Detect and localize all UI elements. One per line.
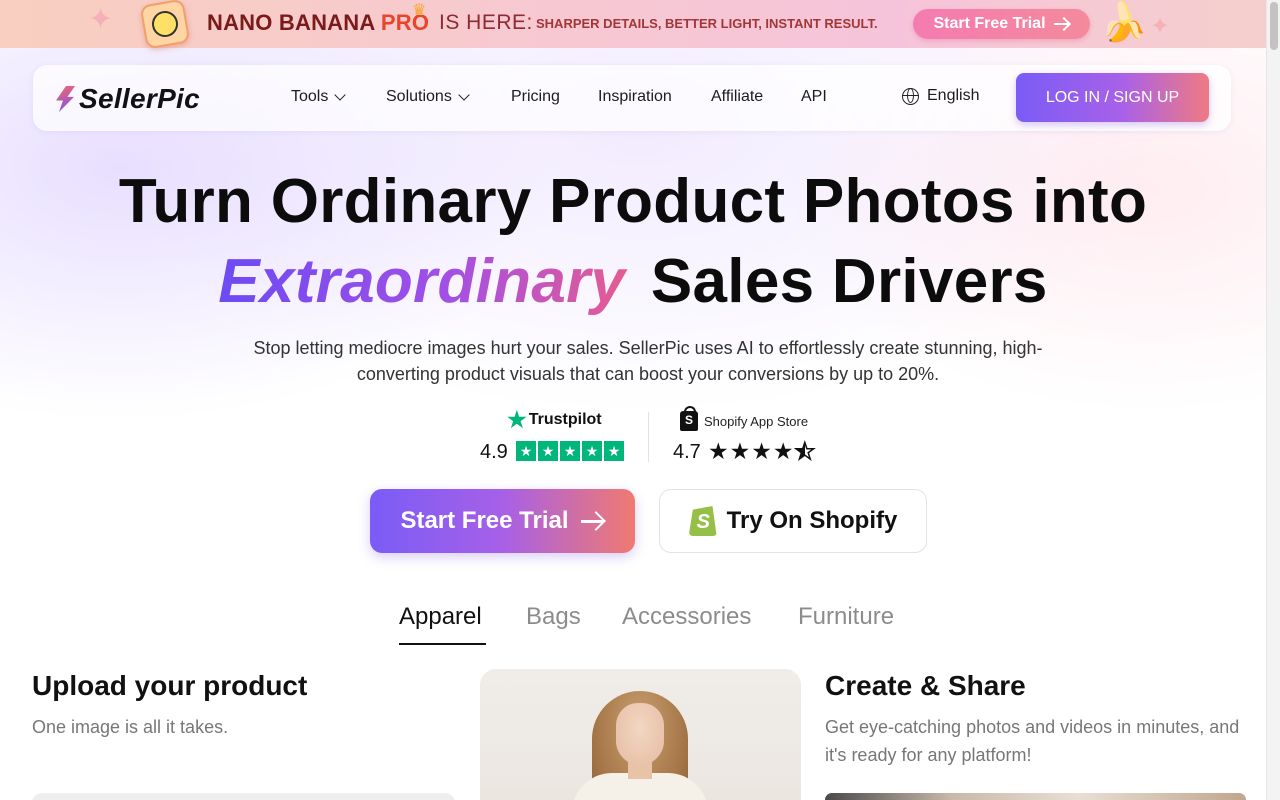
nav-item-pricing[interactable]: Pricing <box>511 88 560 106</box>
model-photo-card <box>480 669 801 800</box>
rating-divider <box>648 412 649 462</box>
globe-icon <box>902 87 919 105</box>
login-signup-button[interactable]: LOG IN / SIGN UP <box>1016 73 1209 122</box>
nav-item-api[interactable]: API <box>801 88 827 106</box>
star-icon: ★ <box>751 438 772 464</box>
main-navbar: SellerPic Tools Solutions Pricing Inspir… <box>33 65 1231 131</box>
star-icon: ★ <box>729 438 751 464</box>
crown-icon: ♛ <box>412 2 427 19</box>
banana-mascot-icon: 🍌 <box>1100 2 1148 44</box>
star-icon: ★ <box>582 441 602 461</box>
star-icon: ★ <box>772 438 794 464</box>
upload-step-description: One image is all it takes. <box>32 717 229 737</box>
upload-step-title: Upload your product <box>32 670 308 701</box>
chevron-down-icon <box>334 88 347 101</box>
shopify-icon: S <box>688 506 717 536</box>
trustpilot-stars: ★ ★ ★ ★ ★ <box>516 441 624 461</box>
shopify-score: 4.7 <box>673 441 701 463</box>
star-icon: ★ <box>516 441 536 461</box>
language-selector[interactable]: English <box>902 87 979 105</box>
nav-item-affiliate[interactable]: Affiliate <box>711 88 763 106</box>
hero-title-line2: Extraordinary Sales Drivers <box>218 247 1048 316</box>
trustpilot-score: 4.9 <box>480 441 508 463</box>
promo-start-trial-button[interactable]: Start Free Trial <box>913 9 1090 39</box>
star-icon: ★ <box>560 441 580 461</box>
nav-item-inspiration[interactable]: Inspiration <box>598 88 672 106</box>
create-step-title: Create & Share <box>825 670 1026 701</box>
star-icon: ★ <box>538 441 558 461</box>
trustpilot-star-icon: ★ <box>507 407 527 432</box>
nav-item-solutions[interactable]: Solutions <box>386 88 470 106</box>
nav-item-tools[interactable]: Tools <box>291 88 347 106</box>
tab-bags[interactable]: Bags <box>526 603 581 631</box>
tab-furniture[interactable]: Furniture <box>798 603 894 631</box>
promo-subtitle: SHARPER DETAILS, BETTER LIGHT, INSTANT R… <box>536 16 878 31</box>
promo-here-text: IS HERE: <box>439 11 533 34</box>
hero-title-line1: Turn Ordinary Product Photos into <box>118 167 1148 236</box>
hero-description: Stop letting mediocre images hurt your s… <box>253 338 1043 384</box>
sparkle-icon: ✦ <box>88 3 114 36</box>
sparkle-icon: ✦ <box>1150 13 1171 40</box>
scrollbar-thumb[interactable] <box>1270 2 1278 50</box>
tab-apparel[interactable]: Apparel <box>399 603 482 631</box>
promo-title: NANO BANANA PRO <box>207 10 430 35</box>
active-tab-indicator <box>399 643 486 645</box>
start-free-trial-button[interactable]: Start Free Trial <box>370 489 635 553</box>
upload-card[interactable] <box>32 793 455 800</box>
try-on-shopify-button[interactable]: S Try On Shopify <box>659 489 927 553</box>
logo[interactable]: SellerPic <box>55 83 200 115</box>
logo-bolt-icon <box>56 86 75 112</box>
half-star-icon: ★★ <box>794 437 816 465</box>
nano-banana-badge-icon <box>139 0 191 50</box>
star-icon: ★ <box>708 438 729 464</box>
arrow-right-icon <box>1053 17 1070 31</box>
arrow-right-icon <box>580 511 605 531</box>
tab-accessories[interactable]: Accessories <box>622 603 751 631</box>
promo-banner[interactable]: ✦ NANO BANANA PRO ♛ IS HERE: SHARPER DET… <box>0 0 1266 50</box>
star-icon: ★ <box>604 441 624 461</box>
hero-title-accent: Extraordinary <box>218 247 633 316</box>
create-step-description: Get eye-catching photos and videos in mi… <box>825 717 1240 765</box>
shopify-stars: ★ ★ ★ ★ ★★ <box>708 437 816 465</box>
shopify-app-store-logo[interactable]: Shopify App Store <box>680 406 808 431</box>
trustpilot-logo[interactable]: ★ Trustpilot <box>507 409 602 431</box>
shopify-bag-icon <box>680 406 698 431</box>
result-preview-card <box>825 793 1246 800</box>
chevron-down-icon <box>458 88 470 101</box>
page-scrollbar[interactable] <box>1266 0 1280 800</box>
